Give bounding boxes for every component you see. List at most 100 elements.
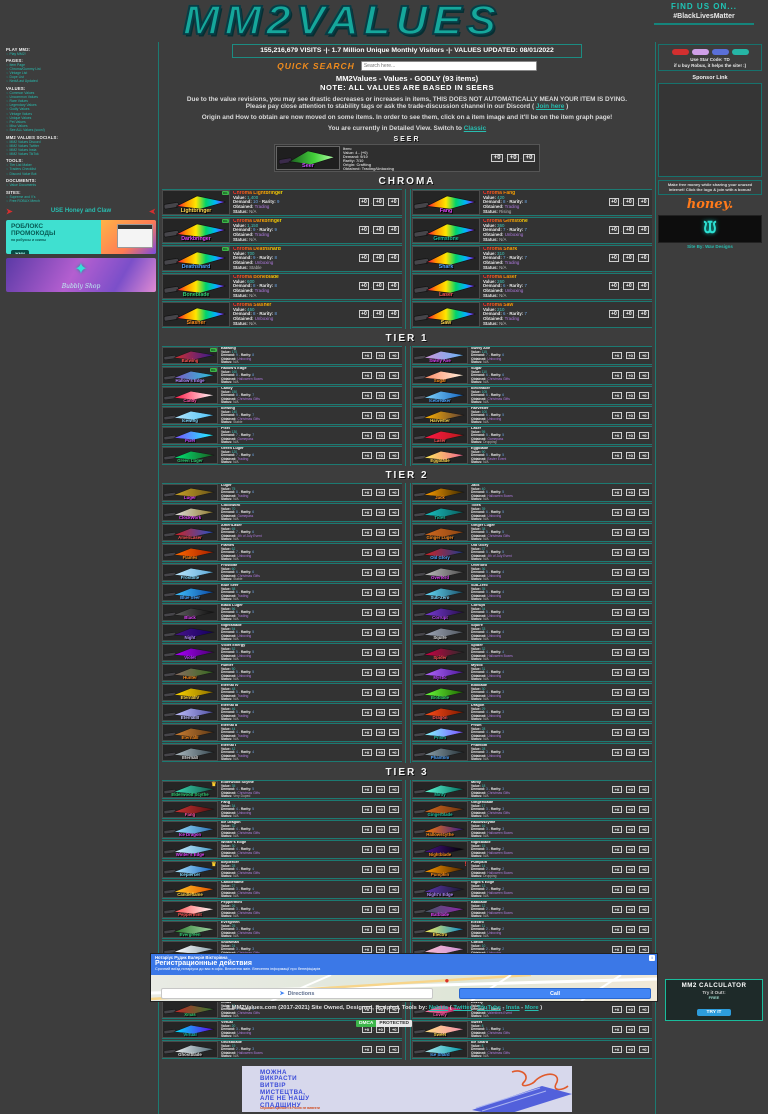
item-image[interactable]: Green Luger xyxy=(162,446,218,464)
item-row[interactable]: Icebreaker Icebreaker Value: 105 Demand:… xyxy=(412,385,652,405)
item-row[interactable]: EternalI Eternal I Value: 42 Demand: 4 -… xyxy=(162,742,402,762)
item-image[interactable]: Bioblade xyxy=(412,683,468,701)
item-row[interactable]: Nightblade Nightblade Value: 15 Demand: … xyxy=(412,839,652,859)
item-image[interactable]: Swirly Axe xyxy=(412,346,468,364)
item-row[interactable]: Shark Chroma Shark Value: 310 Demand: 7 … xyxy=(412,244,652,272)
item-image[interactable]: OG Darkbringer xyxy=(162,217,230,243)
site-by[interactable]: Site By: Wav Designs xyxy=(658,244,762,249)
item-image[interactable]: Pixel xyxy=(162,426,218,444)
item-image[interactable]: Squire xyxy=(412,623,468,641)
youtube-pill-icon[interactable] xyxy=(671,49,689,55)
item-row[interactable]: EternalIII Eternal III Value: 46 Demand:… xyxy=(162,702,402,722)
item-image[interactable]: Laser xyxy=(412,426,468,444)
item-image[interactable]: ♛ Icepiercer xyxy=(162,860,218,878)
sidebar-link[interactable]: ➣Next/Last Updated xyxy=(6,79,156,83)
item-row[interactable]: Ice Dragon Ice Dragon Value: 32 Demand: … xyxy=(162,819,402,839)
item-image[interactable]: Nightblade xyxy=(412,840,468,858)
item-row[interactable]: AmeriLaser AmeriLaser Value: 65 Demand: … xyxy=(162,522,402,542)
item-image[interactable]: Saw xyxy=(412,301,480,327)
item-image[interactable]: Phantom xyxy=(412,743,468,761)
item-row[interactable]: Laser Chroma Laser Value: 260 Demand: 6 … xyxy=(412,272,652,300)
discord-join-link[interactable]: Join here xyxy=(536,103,564,110)
item-row[interactable]: Black Black Luger Value: 56 Demand: 6 - … xyxy=(162,602,402,622)
item-row[interactable]: Ginger Luger Ginger Luger Value: 38 Dema… xyxy=(412,522,652,542)
item-image[interactable]: Gemstone xyxy=(412,217,480,243)
item-row[interactable]: Hunter Hunter Value: 50 Demand: 5 - Rari… xyxy=(162,662,402,682)
item-image[interactable]: Candy xyxy=(162,386,218,404)
item-row[interactable]: Sub-Zero Sub-Zero Value: 35 Demand: 5 - … xyxy=(412,582,652,602)
honey-logo[interactable]: honey. xyxy=(658,197,762,212)
item-row[interactable]: Eggblade Eggblade Value: 90 Demand: 5 - … xyxy=(412,445,652,465)
item-row[interactable]: Winter's Edge Winter's Edge Value: 30 De… xyxy=(162,839,402,859)
item-image[interactable]: Gingerblade xyxy=(412,800,468,818)
item-image[interactable]: Tides xyxy=(412,503,468,521)
item-row[interactable]: Candleflame Candleflame Value: 27 Demand… xyxy=(162,879,402,899)
item-image[interactable]: ♛ Elderwood Scythe xyxy=(162,780,218,798)
item-image[interactable]: Eggblade xyxy=(412,446,468,464)
item-image[interactable]: Icebreaker xyxy=(412,386,468,404)
item-image[interactable]: OG Lightbringer xyxy=(162,189,230,215)
item-row[interactable]: Phantom Phantom Value: 28 Demand: 3 - Ra… xyxy=(412,742,652,762)
item-row[interactable]: Luger Luger Value: 75 Demand: 8 - Rarity… xyxy=(162,482,402,502)
item-image[interactable]: Icewing xyxy=(162,406,218,424)
item-row[interactable]: Flames Flames Value: 62 Demand: 7 - Rari… xyxy=(162,542,402,562)
item-image[interactable]: Mystic xyxy=(412,663,468,681)
item-image[interactable]: OG Hallow's Edge xyxy=(162,366,218,384)
item-row[interactable]: Saw Chroma Saw Value: 210 Demand: 6 - Ra… xyxy=(412,300,652,328)
seer-card[interactable]: Seer Item: Value: 4 - (+0) Demand: 9/10 … xyxy=(274,143,540,172)
item-image[interactable]: Old Glory xyxy=(412,543,468,561)
item-row[interactable]: Spider Spider Value: 32 Demand: 4 - Rari… xyxy=(412,642,652,662)
item-row[interactable]: Overlord Overlord Value: 36 Demand: 5 - … xyxy=(412,562,652,582)
item-row[interactable]: EternalIV Eternal IV Value: 48 Demand: 5… xyxy=(162,682,402,702)
item-image[interactable]: OG Batwing xyxy=(162,346,218,364)
item-image[interactable]: Prism xyxy=(412,723,468,741)
item-row[interactable]: Old Glory Old Glory Value: 37 Demand: 5 … xyxy=(412,542,652,562)
item-image[interactable]: Overlord xyxy=(412,563,468,581)
item-image[interactable]: Blue Seer xyxy=(162,583,218,601)
footer-social-link[interactable]: Insta xyxy=(506,1005,520,1011)
item-image[interactable]: Dragon xyxy=(412,703,468,721)
item-image[interactable]: Spider xyxy=(412,643,468,661)
item-row[interactable]: Evergreen Evergreen Value: 25 Demand: 3 … xyxy=(162,919,402,939)
sidebar-link[interactable]: ➣Value Documents xyxy=(6,183,156,187)
item-row[interactable]: OG Lightbringer Chroma Lightbringer Value… xyxy=(162,188,402,216)
item-row[interactable]: Green Luger Green Luger Value: 120 Deman… xyxy=(162,445,402,465)
item-row[interactable]: Frostbite Frostbite Value: 60 Demand: 6 … xyxy=(162,562,402,582)
item-row[interactable]: OG Deathshard Chroma Deathshard Value: 70… xyxy=(162,244,402,272)
item-image[interactable]: Sub-Zero xyxy=(412,583,468,601)
calculator-try-button[interactable]: TRY IT xyxy=(696,1009,732,1016)
footer-owner-link[interactable]: Nebula xyxy=(429,1005,448,1011)
item-image[interactable]: AmeriLaser xyxy=(162,523,218,541)
sidebar-link[interactable]: ➣See ALL Values (soon!) xyxy=(6,128,156,132)
site-logo[interactable]: MM2VALUES xyxy=(42,0,642,44)
item-row[interactable]: Candy Candy Value: 150 Demand: 8 - Rarit… xyxy=(162,385,402,405)
item-row[interactable]: Peppermint Peppermint Value: 26 Demand: … xyxy=(162,899,402,919)
item-image[interactable]: Night's Edge xyxy=(412,880,468,898)
item-row[interactable]: Night's Edge Night's Edge Value: 13 Dema… xyxy=(412,879,652,899)
item-image[interactable]: Jack xyxy=(412,483,468,501)
seer-image[interactable]: Seer xyxy=(276,145,340,170)
item-image[interactable]: Black xyxy=(162,603,218,621)
item-row[interactable]: Mystic Mystic Value: 31 Demand: 4 - Rari… xyxy=(412,662,652,682)
item-image[interactable]: Sugar xyxy=(412,366,468,384)
item-row[interactable]: Minty Minty Value: 18 Demand: 3 - Rarity… xyxy=(412,779,652,799)
item-image[interactable]: ClockWork xyxy=(162,503,218,521)
item-image[interactable]: Ginger Luger xyxy=(412,523,468,541)
sponsor-link-label[interactable]: Sponsor Link xyxy=(658,75,762,81)
item-image[interactable]: Ice Dragon xyxy=(162,820,218,838)
item-image[interactable]: Ice Shard xyxy=(412,1040,468,1058)
item-image[interactable]: Minty xyxy=(412,780,468,798)
directions-button[interactable]: ➤ Directions xyxy=(161,988,433,999)
item-image[interactable]: Peppermint xyxy=(162,900,218,918)
item-row[interactable]: Violet Violet Energy Value: 52 Demand: 5… xyxy=(162,642,402,662)
item-image[interactable]: ! Pumpkin xyxy=(412,860,468,878)
item-image[interactable]: Flames xyxy=(162,543,218,561)
item-row[interactable]: Sugar Sugar Value: 110 Demand: 6 - Rarit… xyxy=(412,365,652,385)
item-image[interactable]: EternalI xyxy=(162,743,218,761)
footer-social-link[interactable]: YouTube xyxy=(477,1005,501,1011)
item-row[interactable]: Fang Chroma Fang Value: 420 Demand: 8 - … xyxy=(412,188,652,216)
item-row[interactable]: Corrupt Corrupt Value: 34 Demand: 5 - Ra… xyxy=(412,602,652,622)
item-row[interactable]: OG Hallow's Edge Hallow's Edge Value: 160… xyxy=(162,365,402,385)
sidebar-link[interactable]: ➣Play MM2! xyxy=(6,52,156,56)
item-image[interactable]: Hunter xyxy=(162,663,218,681)
